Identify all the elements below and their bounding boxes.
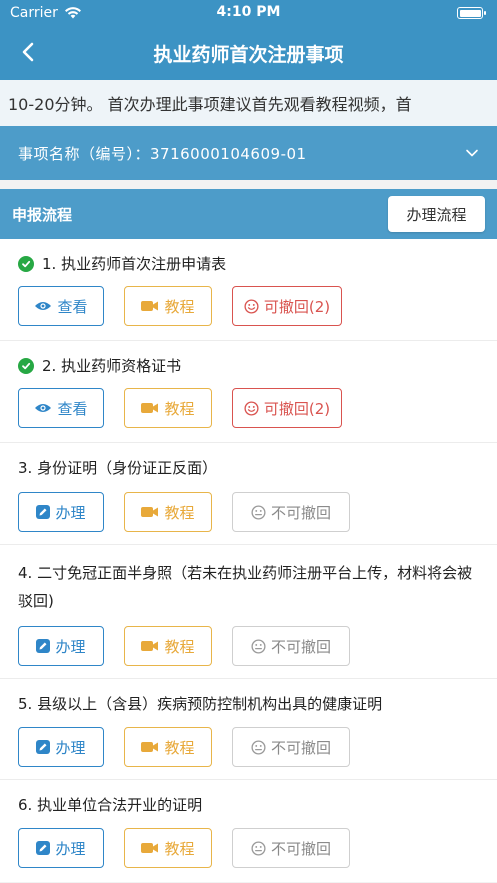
- list-item: 5. 县级以上（含县）疾病预防控制机构出具的健康证明 办理 教程 不可撤回: [0, 679, 497, 780]
- neutral-face-icon: [251, 840, 266, 856]
- tutorial-button[interactable]: 教程: [124, 727, 212, 767]
- chevron-down-icon: [466, 149, 478, 157]
- view-label: 查看: [57, 297, 88, 316]
- video-camera-icon: [141, 641, 159, 651]
- revoke-button[interactable]: 可撤回(2): [232, 286, 342, 326]
- item-title: 3. 身份证明（身份证正反面）: [18, 459, 218, 477]
- tutorial-button[interactable]: 教程: [124, 626, 212, 666]
- not-revocable-button[interactable]: 不可撤回: [232, 492, 350, 532]
- view-button[interactable]: 查看: [18, 388, 104, 428]
- check-circle-icon: [18, 358, 34, 374]
- not-revocable-button[interactable]: 不可撤回: [232, 626, 350, 666]
- item-title: 5. 县级以上（含县）疾病预防控制机构出具的健康证明: [18, 695, 383, 713]
- flow-title: 申报流程: [12, 205, 73, 224]
- not-revocable-label: 不可撤回: [270, 637, 331, 656]
- not-revocable-label: 不可撤回: [270, 503, 331, 522]
- item-title-row: 4. 二寸免冠正面半身照（若未在执业药师注册平台上传，材料将会被驳回): [18, 559, 479, 615]
- eye-icon: [35, 404, 52, 412]
- video-camera-icon: [141, 843, 159, 853]
- section-gap: [0, 180, 497, 189]
- view-button[interactable]: 查看: [18, 286, 104, 326]
- edit-icon: [36, 740, 51, 754]
- smile-icon: [244, 400, 259, 416]
- neutral-face-icon: [251, 638, 266, 654]
- notice-text: 10-20分钟。 首次办理此事项建议首先观看教程视频，首: [8, 95, 412, 114]
- list-item: 2. 执业药师资格证书 查看 教程 可撤回(2): [0, 341, 497, 443]
- edit-icon: [36, 639, 51, 653]
- matter-label: 事项名称（编号）：3716000104609-01: [18, 144, 307, 163]
- handle-button[interactable]: 办理: [18, 828, 104, 868]
- matter-selector[interactable]: 事项名称（编号）：3716000104609-01: [0, 126, 497, 180]
- list-item: 1. 执业药师首次注册申请表 查看 教程 可撤回(2): [0, 239, 497, 341]
- item-title-row: 1. 执业药师首次注册申请表: [18, 253, 479, 275]
- item-title-row: 5. 县级以上（含县）疾病预防控制机构出具的健康证明: [18, 693, 479, 715]
- item-title-row: 2. 执业药师资格证书: [18, 355, 479, 377]
- process-flow-button[interactable]: 办理流程: [388, 196, 485, 232]
- header: Carrier 4:10 PM 执业药师首次注册事项: [0, 0, 497, 80]
- revoke-label: 可撤回(2): [263, 297, 331, 316]
- page-title: 执业药师首次注册事项: [153, 43, 344, 66]
- tutorial-label: 教程: [164, 503, 195, 522]
- tutorial-button[interactable]: 教程: [124, 388, 212, 428]
- item-title: 4. 二寸免冠正面半身照（若未在执业药师注册平台上传，材料将会被驳回): [18, 564, 473, 610]
- neutral-face-icon: [251, 504, 266, 520]
- neutral-face-icon: [251, 739, 266, 755]
- tutorial-button[interactable]: 教程: [124, 828, 212, 868]
- not-revocable-button[interactable]: 不可撤回: [232, 727, 350, 767]
- handle-button[interactable]: 办理: [18, 626, 104, 666]
- handle-label: 办理: [55, 503, 86, 522]
- list-item: 4. 二寸免冠正面半身照（若未在执业药师注册平台上传，材料将会被驳回) 办理 教…: [0, 545, 497, 679]
- smile-icon: [244, 298, 259, 314]
- tutorial-button[interactable]: 教程: [124, 492, 212, 532]
- handle-label: 办理: [55, 839, 86, 858]
- tutorial-label: 教程: [164, 738, 195, 757]
- battery-icon: [457, 7, 486, 19]
- tutorial-label: 教程: [164, 297, 195, 316]
- revoke-button[interactable]: 可撤回(2): [232, 388, 342, 428]
- video-camera-icon: [141, 742, 159, 752]
- tutorial-button[interactable]: 教程: [124, 286, 212, 326]
- carrier-label: Carrier: [10, 5, 58, 21]
- item-title: 1. 执业药师首次注册申请表: [42, 255, 227, 273]
- wifi-icon: [64, 7, 81, 19]
- handle-button[interactable]: 办理: [18, 727, 104, 767]
- view-label: 查看: [57, 399, 88, 418]
- edit-icon: [36, 505, 51, 519]
- item-title: 2. 执业药师资格证书: [42, 357, 182, 375]
- handle-label: 办理: [55, 738, 86, 757]
- tutorial-label: 教程: [164, 637, 195, 656]
- eye-icon: [35, 302, 52, 310]
- item-title: 6. 执业单位合法开业的证明: [18, 796, 203, 814]
- handle-label: 办理: [55, 637, 86, 656]
- not-revocable-label: 不可撤回: [270, 738, 331, 757]
- tutorial-label: 教程: [164, 839, 195, 858]
- video-camera-icon: [141, 301, 159, 311]
- navbar: 执业药师首次注册事项: [0, 26, 497, 80]
- list-item: 6. 执业单位合法开业的证明 办理 教程 不可撤回: [0, 780, 497, 882]
- chevron-left-icon: [22, 42, 34, 62]
- not-revocable-label: 不可撤回: [270, 839, 331, 858]
- video-camera-icon: [141, 403, 159, 413]
- revoke-label: 可撤回(2): [263, 399, 331, 418]
- item-title-row: 6. 执业单位合法开业的证明: [18, 794, 479, 816]
- flow-header: 申报流程 办理流程: [0, 189, 497, 239]
- notice-marquee: 10-20分钟。 首次办理此事项建议首先观看教程视频，首: [0, 80, 497, 126]
- back-button[interactable]: [14, 38, 42, 66]
- item-title-row: 3. 身份证明（身份证正反面）: [18, 457, 479, 479]
- tutorial-label: 教程: [164, 399, 195, 418]
- list-item: 3. 身份证明（身份证正反面） 办理 教程 不可撤回: [0, 443, 497, 545]
- material-list: 1. 执业药师首次注册申请表 查看 教程 可撤回(2) 2. 执业药师资格证书: [0, 239, 497, 882]
- check-circle-icon: [18, 256, 34, 272]
- video-camera-icon: [141, 507, 159, 517]
- status-bar: Carrier 4:10 PM: [0, 0, 497, 26]
- not-revocable-button[interactable]: 不可撤回: [232, 828, 350, 868]
- handle-button[interactable]: 办理: [18, 492, 104, 532]
- edit-icon: [36, 841, 51, 855]
